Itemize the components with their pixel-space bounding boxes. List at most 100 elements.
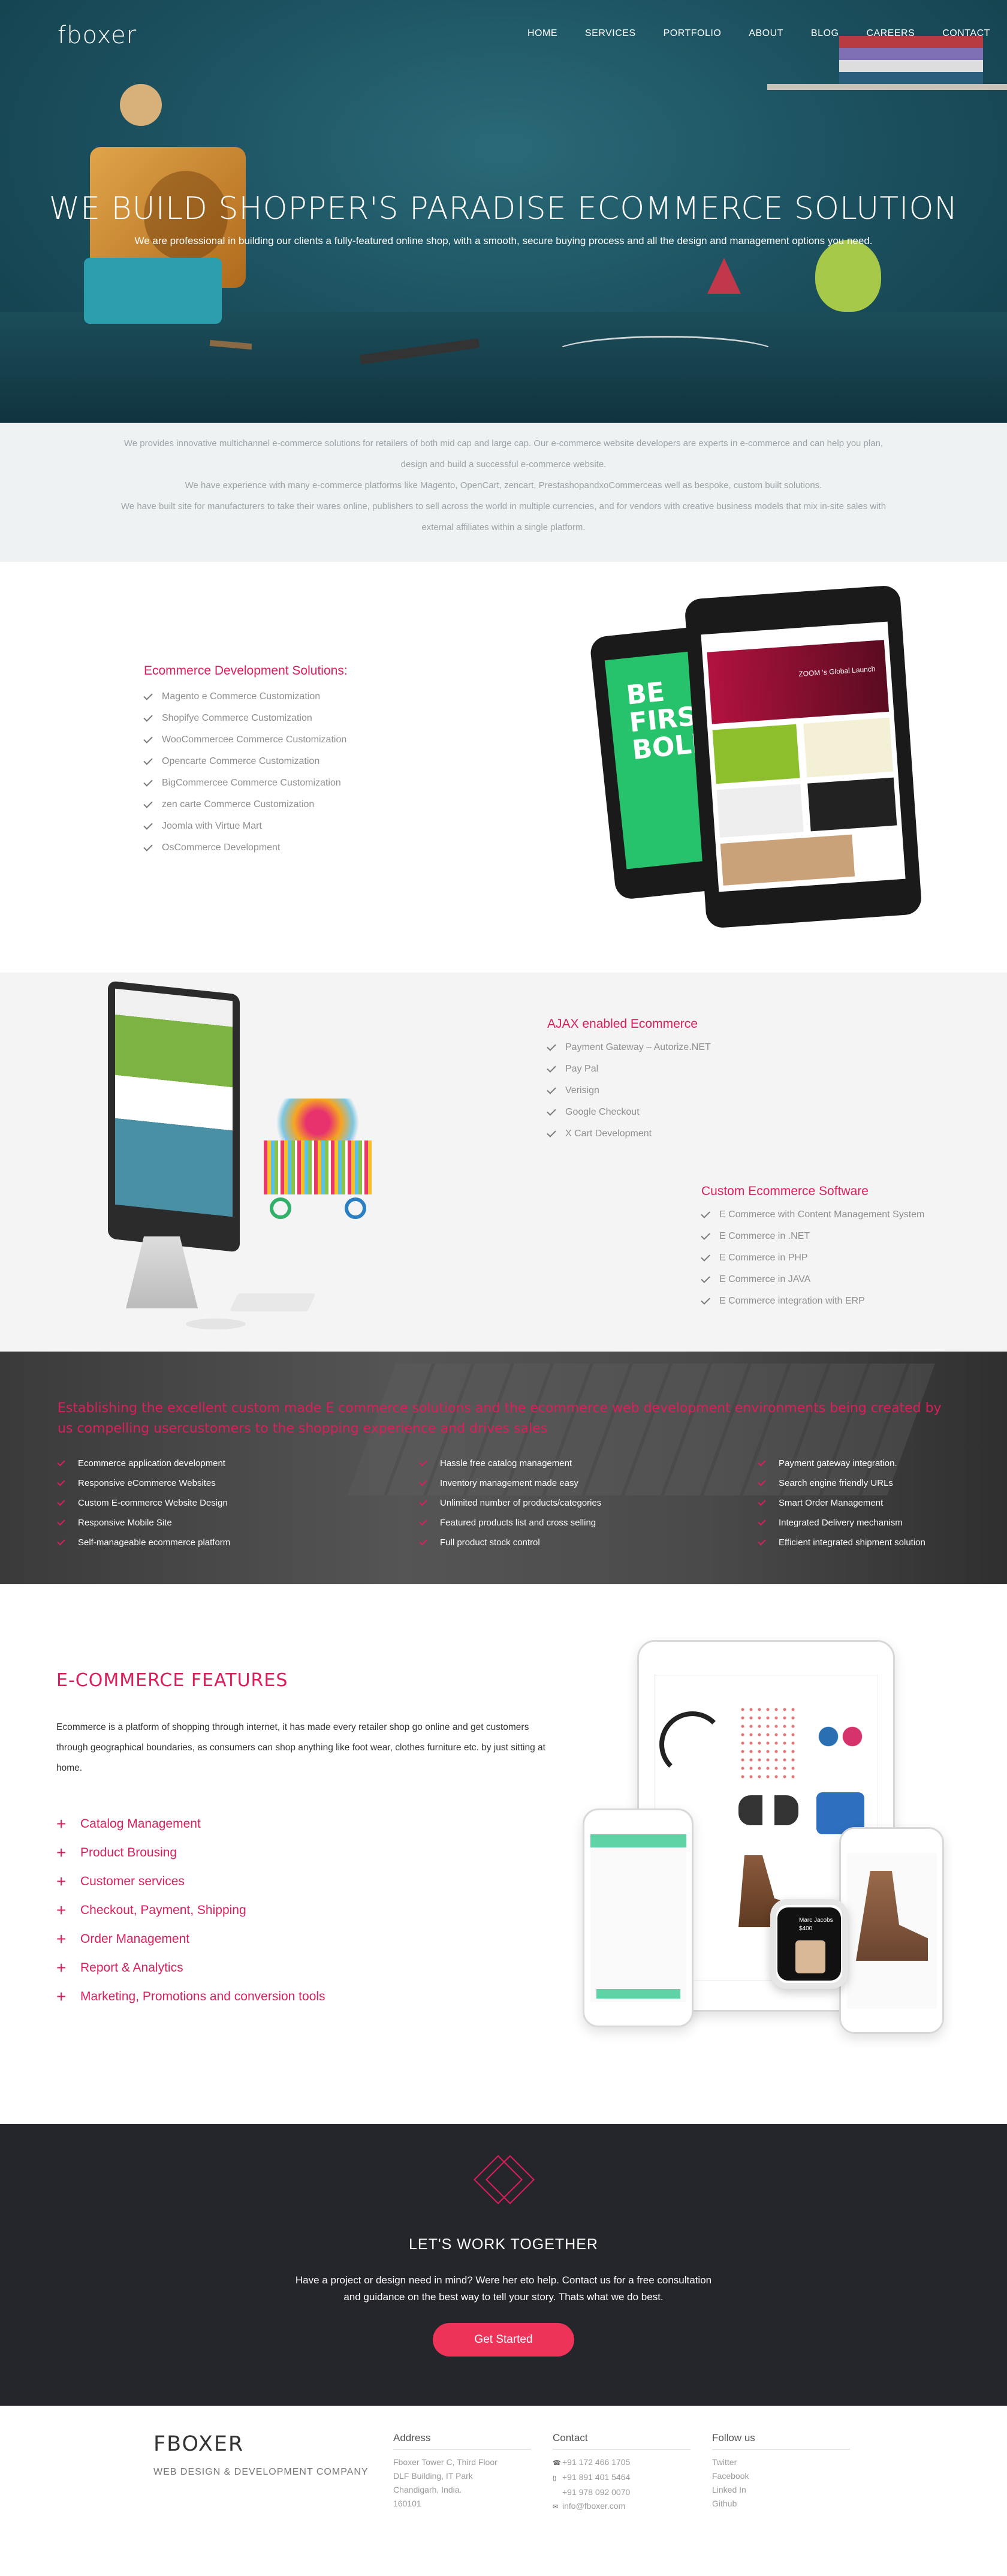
nav-blog[interactable]: BLOG [811, 28, 839, 39]
phone-app-bar [590, 1834, 686, 1847]
main-nav: HOME SERVICES PORTFOLIO ABOUT BLOG CAREE… [527, 28, 1007, 39]
list-item: Magento e Commerce Customization [143, 686, 346, 708]
check-icon [143, 691, 153, 700]
earrings-product [810, 1705, 870, 1783]
nav-contact[interactable]: CONTACT [942, 28, 990, 39]
list-item: Self-manageable ecommerce platform [57, 1533, 230, 1552]
footer-heading: Contact [553, 2432, 691, 2449]
footer-address: Address Fboxer Tower C, Third Floor DLF … [393, 2432, 531, 2511]
check-icon [57, 1477, 65, 1486]
social-link-linkedin[interactable]: Linked In [712, 2483, 850, 2497]
check-icon [547, 1085, 556, 1094]
earphones-decoration [551, 336, 779, 372]
phone-image-left [583, 1808, 694, 2027]
footer-heading: Address [393, 2432, 531, 2449]
toy-head-decoration [120, 84, 162, 126]
site-logo[interactable]: fboxer [58, 22, 137, 49]
social-link-github[interactable]: Github [712, 2497, 850, 2511]
list-item: Responsive eCommerce Websites [57, 1473, 230, 1493]
why-column-1: Ecommerce application development Respon… [57, 1453, 230, 1552]
imac-image [108, 980, 240, 1253]
list-item: BigCommercee Commerce Customization [143, 772, 346, 794]
features-section: E-COMMERCE FEATURES Ecommerce is a platf… [0, 1584, 1007, 2124]
list-item: E Commerce integration with ERP [701, 1290, 924, 1312]
nav-services[interactable]: SERVICES [585, 28, 636, 39]
list-item: E Commerce in .NET [701, 1226, 924, 1247]
check-icon [419, 1497, 427, 1506]
boot-product [856, 1871, 928, 1961]
nav-careers[interactable]: CAREERS [866, 28, 915, 39]
get-started-button[interactable]: Get Started [433, 2323, 574, 2357]
plus-icon: + [56, 1843, 67, 1862]
custom-software-list: E Commerce with Content Management Syste… [701, 1204, 924, 1312]
cta-text: Have a project or design need in mind? W… [295, 2274, 712, 2286]
check-icon [57, 1497, 65, 1506]
plus-icon: + [56, 1872, 67, 1891]
list-item: zen carte Commerce Customization [143, 794, 346, 815]
lamp-decoration [815, 240, 881, 312]
hero-title: WE BUILD SHOPPER'S PARADISE ECOMMERCE SO… [49, 191, 958, 227]
feature-item: + Catalog Management [56, 1814, 201, 1833]
dev-solutions-section: Ecommerce Development Solutions: Magento… [0, 562, 1007, 973]
check-icon [419, 1517, 427, 1526]
custom-software-heading: Custom Ecommerce Software [701, 1184, 869, 1198]
check-icon [701, 1274, 710, 1283]
list-item: Payment Gateway – Autorize.NET [547, 1037, 711, 1058]
store-tile [803, 717, 894, 778]
email-line: ✉ info@fboxer.com [553, 2499, 691, 2514]
social-link-facebook[interactable]: Facebook [712, 2469, 850, 2483]
list-item: E Commerce in JAVA [701, 1269, 924, 1290]
feature-item: + Marketing, Promotions and conversion to… [56, 1987, 325, 2006]
plus-icon: + [56, 1930, 67, 1948]
ajax-heading: AJAX enabled Ecommerce [547, 1017, 698, 1031]
nav-about[interactable]: ABOUT [749, 28, 783, 39]
list-item: Pay Pal [547, 1058, 711, 1080]
list-item: Joomla with Virtue Mart [143, 815, 346, 837]
plus-icon: + [56, 1814, 67, 1833]
phone-screen [590, 1834, 686, 2002]
nav-home[interactable]: HOME [527, 28, 557, 39]
check-icon [758, 1517, 766, 1526]
list-item: Inventory management made easy [419, 1473, 601, 1493]
list-item: Smart Order Management [758, 1493, 925, 1513]
hero-section: fboxer HOME SERVICES PORTFOLIO ABOUT BLO… [0, 0, 1007, 423]
feature-item: + Checkout, Payment, Shipping [56, 1901, 246, 1919]
watch-bag-image [795, 1940, 825, 1973]
check-icon [143, 842, 153, 851]
why-heading: Establishing the excellent custom made E… [58, 1401, 942, 1436]
social-link-twitter[interactable]: Twitter [712, 2455, 850, 2469]
list-item: Verisign [547, 1080, 711, 1102]
check-icon [701, 1230, 710, 1240]
imac-screen [115, 988, 233, 1217]
why-column-2: Hassle free catalog management Inventory… [419, 1453, 601, 1552]
list-item: Shopifye Commerce Customization [143, 708, 346, 729]
list-item: Efficient integrated shipment solution [758, 1533, 925, 1552]
list-item: Integrated Delivery mechanism [758, 1513, 925, 1533]
mobile-icon: ▯ [553, 2475, 557, 2482]
address-line: 160101 [393, 2499, 421, 2508]
check-icon [57, 1537, 65, 1546]
list-item: E Commerce with Content Management Syste… [701, 1204, 924, 1226]
teal-block-decoration [84, 258, 222, 324]
list-item: WooCommercee Commerce Customization [143, 729, 346, 751]
plus-icon: + [56, 1958, 67, 1977]
books-decoration [839, 36, 983, 84]
address-line: Chandigarh, India. [393, 2485, 462, 2494]
list-item: Featured products list and cross selling [419, 1513, 601, 1533]
cta-text: and guidance on the best way to tell you… [343, 2291, 664, 2303]
check-icon [758, 1497, 766, 1506]
mail-icon: ✉ [553, 2503, 559, 2511]
check-icon [547, 1128, 556, 1137]
list-item: OsCommerce Development [143, 837, 346, 859]
cart-wheel [270, 1197, 291, 1219]
keyboard-image [230, 1293, 316, 1311]
hero-floor [0, 312, 1007, 423]
skirt-product [738, 1705, 798, 1783]
nav-portfolio[interactable]: PORTFOLIO [664, 28, 722, 39]
intro-section: We provides innovative multichannel e-co… [0, 423, 1007, 574]
cone-decoration [707, 258, 741, 294]
phone-icon: ☎ [553, 2460, 561, 2467]
check-icon [143, 712, 153, 722]
cart-barcode-image [264, 1140, 372, 1194]
phone-line: ▯ +91 891 401 5464 [553, 2470, 691, 2485]
